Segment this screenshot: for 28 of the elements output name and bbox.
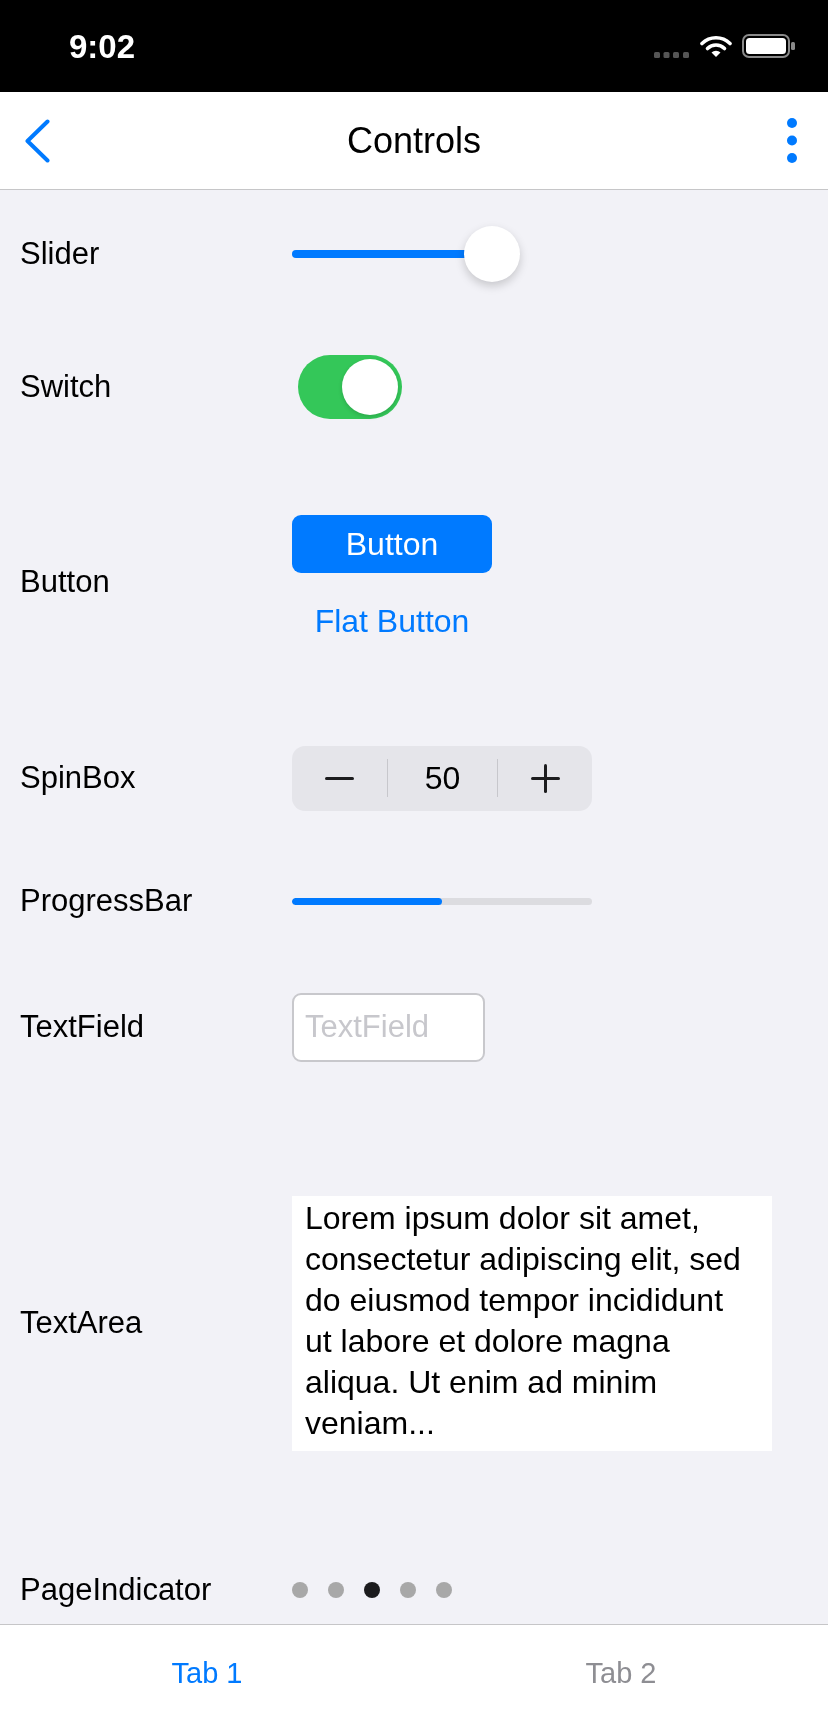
row-label: PageIndicator: [20, 1571, 212, 1607]
switch-knob: [342, 359, 398, 415]
battery-icon: [742, 34, 795, 58]
text-area[interactable]: Lorem ipsum dolor sit amet, consectetur adipiscing elit, sed do eiusmod tempor incididunt ut labore et dolore magna aliqua. Ut enim ad minim veniam...: [292, 1195, 772, 1451]
slider-thumb[interactable]: [464, 226, 520, 282]
more-icon[interactable]: [787, 118, 797, 163]
row-label: Slider: [20, 235, 100, 271]
row-label: TextArea: [20, 1304, 143, 1340]
row-label: Button: [20, 563, 110, 599]
primary-button[interactable]: Button: [292, 514, 492, 573]
status-time: 9:02: [69, 29, 136, 63]
signal-icon: [654, 51, 689, 58]
row-label: Switch: [20, 368, 112, 404]
row-label: TextField: [20, 1008, 145, 1044]
back-icon[interactable]: [24, 118, 50, 163]
plus-icon: [530, 763, 560, 793]
spin-box-value: 50: [424, 762, 461, 794]
tab[interactable]: Tab 2: [573, 1650, 669, 1696]
slider[interactable]: [292, 226, 520, 282]
minus-icon: [325, 776, 354, 780]
page-title: Controls: [346, 122, 482, 159]
wifi-icon: [700, 35, 732, 57]
flat-button[interactable]: Flat Button: [306, 591, 478, 650]
row-label: SpinBox: [20, 759, 136, 795]
spin-box[interactable]: 50: [292, 745, 592, 811]
tab[interactable]: Tab 1: [159, 1650, 255, 1696]
row-label: ProgressBar: [20, 882, 193, 918]
text-field[interactable]: TextField: [292, 992, 485, 1062]
